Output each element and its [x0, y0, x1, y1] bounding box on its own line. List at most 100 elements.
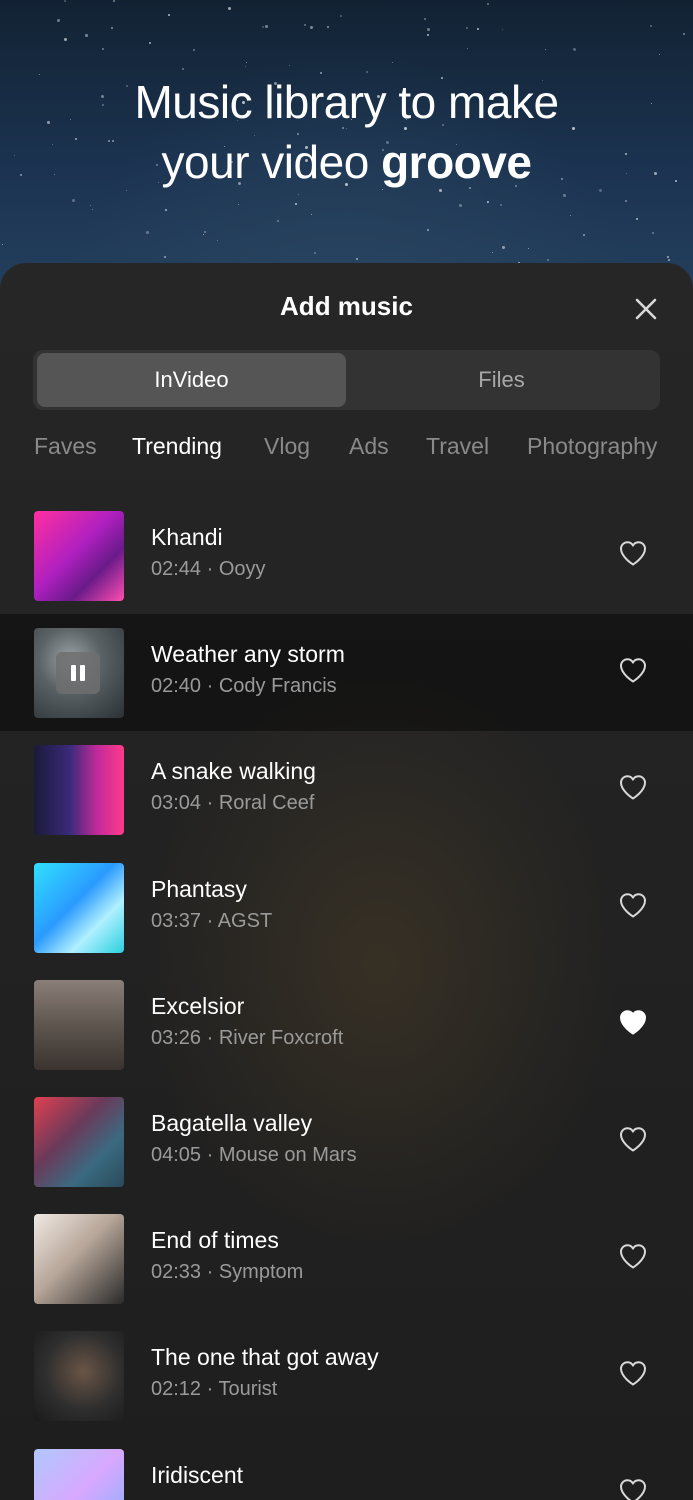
- track-row[interactable]: A snake walking 03:04 · Roral Ceef: [0, 731, 693, 848]
- star-dot: [310, 26, 313, 29]
- star-dot: [583, 234, 585, 236]
- star-dot: [64, 0, 66, 2]
- track-duration-artist: 03:04 · Roral Ceef: [151, 792, 315, 814]
- album-art-thumbnail[interactable]: [34, 511, 124, 601]
- track-row[interactable]: End of times 02:33 · Symptom: [0, 1200, 693, 1317]
- star-dot: [487, 3, 489, 5]
- star-dot: [146, 231, 149, 234]
- tab-invideo[interactable]: InVideo: [37, 353, 346, 407]
- track-row[interactable]: Bagatella valley 04:05 · Mouse on Mars: [0, 1083, 693, 1200]
- star-dot: [311, 214, 312, 215]
- star-dot: [487, 201, 489, 203]
- star-dot: [667, 256, 669, 258]
- close-button[interactable]: [630, 293, 662, 325]
- star-dot: [570, 215, 571, 216]
- track-duration-artist: 02:40 · Cody Francis: [151, 675, 337, 697]
- track-title: The one that got away: [151, 1344, 379, 1370]
- heart-outline-icon[interactable]: [618, 656, 648, 684]
- track-duration-artist: 04:05 · Mouse on Mars: [151, 1144, 357, 1166]
- star-dot: [625, 200, 627, 202]
- pause-icon[interactable]: [56, 652, 100, 694]
- star-dot: [467, 48, 468, 49]
- star-dot: [238, 204, 239, 205]
- star-dot: [459, 204, 462, 207]
- star-dot: [424, 18, 426, 20]
- star-dot: [650, 25, 652, 27]
- track-title: Iridiscent: [151, 1462, 244, 1488]
- track-row[interactable]: Weather any storm 02:40 · Cody Francis: [0, 614, 693, 731]
- star-dot: [165, 209, 167, 211]
- heart-outline-icon[interactable]: [618, 1125, 648, 1153]
- album-art-thumbnail[interactable]: [34, 1214, 124, 1304]
- star-dot: [102, 48, 104, 50]
- category-vlog[interactable]: Vlog: [264, 433, 310, 460]
- category-photography[interactable]: Photography: [527, 433, 657, 460]
- heart-outline-icon[interactable]: [618, 1359, 648, 1387]
- star-dot: [72, 199, 75, 202]
- star-dot: [492, 252, 493, 253]
- star-dot: [149, 42, 151, 44]
- track-duration-artist: 03:37 · AGST: [151, 910, 273, 932]
- track-row[interactable]: Khandi 02:44 · Ooyy: [0, 497, 693, 614]
- category-faves[interactable]: Faves: [34, 433, 97, 460]
- track-title: Weather any storm: [151, 641, 345, 667]
- track-duration-artist: 02:44 · Ooyy: [151, 558, 266, 580]
- star-dot: [392, 62, 393, 63]
- heart-outline-icon[interactable]: [618, 1477, 648, 1500]
- star-dot: [563, 194, 566, 197]
- category-travel[interactable]: Travel: [426, 433, 489, 460]
- heart-filled-icon[interactable]: [618, 1008, 648, 1036]
- album-art-thumbnail[interactable]: [34, 628, 124, 718]
- star-dot: [304, 24, 306, 26]
- star-dot: [164, 256, 166, 258]
- star-dot: [427, 34, 429, 36]
- star-dot: [652, 232, 654, 234]
- heart-outline-icon[interactable]: [618, 539, 648, 567]
- star-dot: [111, 27, 113, 29]
- star-dot: [659, 54, 660, 55]
- star-dot: [547, 259, 549, 261]
- star-dot: [265, 25, 268, 28]
- star-dot: [228, 7, 231, 10]
- star-dot: [327, 26, 329, 28]
- track-row[interactable]: Phantasy 03:37 · AGST: [0, 849, 693, 966]
- track-title: Phantasy: [151, 876, 247, 902]
- track-row[interactable]: Iridiscent: [0, 1435, 693, 1500]
- category-tabs: Faves Trending Vlog Ads Travel Photograp…: [0, 433, 693, 473]
- star-dot: [466, 27, 468, 29]
- track-duration-artist: 03:26 · River Foxcroft: [151, 1027, 344, 1049]
- star-dot: [217, 240, 218, 241]
- star-dot: [477, 28, 479, 30]
- category-trending[interactable]: Trending: [132, 433, 222, 460]
- star-dot: [246, 62, 247, 63]
- track-title: Excelsior: [151, 993, 245, 1019]
- track-row[interactable]: Excelsior 03:26 · River Foxcroft: [0, 966, 693, 1083]
- track-title: A snake walking: [151, 758, 316, 784]
- album-art-thumbnail[interactable]: [34, 1449, 124, 1500]
- hero-headline: Music library to make your video groove: [0, 72, 693, 192]
- track-row[interactable]: The one that got away 02:12 · Tourist: [0, 1317, 693, 1434]
- star-dot: [340, 15, 342, 17]
- album-art-thumbnail[interactable]: [34, 1097, 124, 1187]
- star-dot: [502, 29, 503, 30]
- heart-outline-icon[interactable]: [618, 1242, 648, 1270]
- heart-outline-icon[interactable]: [618, 773, 648, 801]
- sheet-title: Add music: [280, 291, 413, 321]
- heart-outline-icon[interactable]: [618, 891, 648, 919]
- star-dot: [57, 19, 60, 22]
- star-dot: [295, 203, 297, 205]
- star-dot: [203, 234, 204, 235]
- album-art-thumbnail[interactable]: [34, 863, 124, 953]
- star-dot: [636, 218, 638, 220]
- pause-bar: [80, 665, 85, 681]
- album-art-thumbnail[interactable]: [34, 980, 124, 1070]
- star-dot: [356, 258, 358, 260]
- album-art-thumbnail[interactable]: [34, 1331, 124, 1421]
- category-ads[interactable]: Ads: [349, 433, 389, 460]
- tab-files[interactable]: Files: [347, 353, 656, 407]
- star-dot: [427, 229, 429, 231]
- album-art-thumbnail[interactable]: [34, 745, 124, 835]
- star-dot: [668, 259, 670, 261]
- headline-line-1: Music library to make: [134, 76, 559, 128]
- star-dot: [64, 38, 67, 41]
